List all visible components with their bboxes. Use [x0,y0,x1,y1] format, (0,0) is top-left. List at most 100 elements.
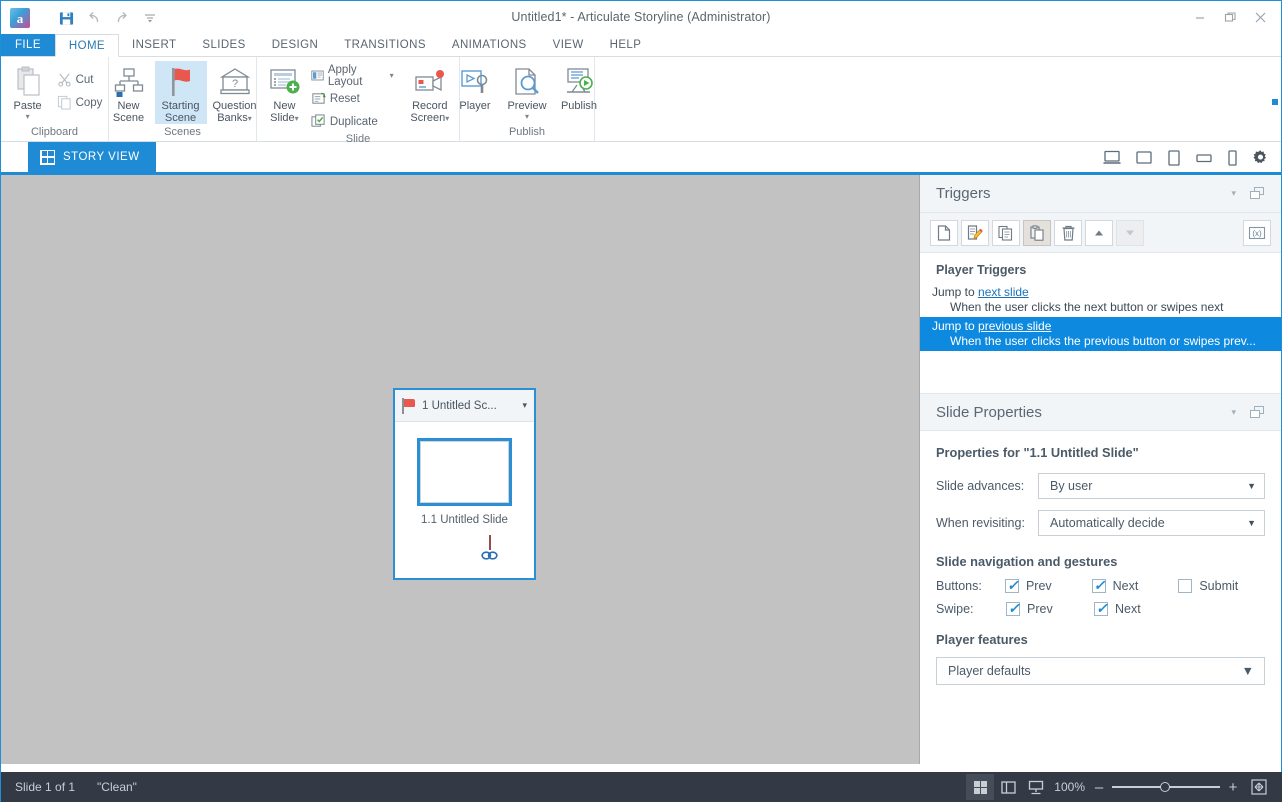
record-screen-label: Record Screen▾ [410,100,450,124]
new-scene-button[interactable]: New Scene [103,61,155,124]
move-down-icon [1116,219,1144,246]
ribbon-group-publish: Player Preview ▾ Publish Publish [459,57,597,141]
question-banks-button[interactable]: ? Question Banks▾ [207,61,263,125]
zoom-out-button[interactable]: – [1093,779,1105,796]
restore-button[interactable] [1215,5,1245,29]
record-screen-button[interactable]: Record Screen▾ [405,61,455,125]
ribbon-tab-insert[interactable]: INSERT [119,34,189,56]
tablet-landscape-view-icon[interactable] [1135,150,1153,165]
ribbon-tab-design[interactable]: DESIGN [259,34,332,56]
new-slide-button[interactable]: New Slide▾ [261,61,308,125]
new-slide-caret-icon: ▾ [294,114,299,123]
copy-trigger-icon[interactable] [992,219,1020,246]
minimize-button[interactable] [1185,5,1215,29]
zoom-control[interactable]: – + [1093,779,1239,796]
story-canvas[interactable]: 1 Untitled Sc... ▾ 1.1 Untitled Slide [1,175,920,764]
swipe-next-checkbox[interactable]: Next [1094,600,1182,617]
slide-advances-select[interactable]: By user ▼ [1038,473,1265,499]
phone-portrait-view-icon[interactable] [1227,149,1238,166]
delete-trigger-icon[interactable] [1054,219,1082,246]
edit-trigger-icon[interactable] [961,219,989,246]
scene-card-header[interactable]: 1 Untitled Sc... ▾ [395,390,534,422]
copy-button[interactable]: Copy [54,92,106,113]
desktop-view-icon[interactable] [1103,150,1121,165]
starting-scene-button[interactable]: Starting Scene [154,61,207,124]
slide-properties-header: Slide Properties ▾ [920,393,1281,431]
swipe-prev-label: Prev [1027,602,1053,616]
paste-caret-icon[interactable]: ▾ [26,112,30,121]
right-panel-stack: Triggers ▾ (x) Player Triggers Jump to n… [920,175,1281,764]
new-scene-icon [113,64,145,98]
buttons-prev-checkbox[interactable]: Prev [1004,577,1092,594]
duplicate-icon [311,114,325,127]
trigger-action: Jump to next slide [932,285,1281,299]
zoom-in-button[interactable]: + [1227,779,1239,796]
slide-properties-undock-icon[interactable] [1250,405,1265,419]
buttons-next-checkbox[interactable]: Next [1091,577,1179,594]
ribbon-tab-file[interactable]: FILE [1,34,55,56]
fit-to-window-icon[interactable] [1245,774,1273,800]
preview-button[interactable]: Preview ▾ [501,61,553,121]
close-button[interactable] [1245,5,1275,29]
zoom-slider[interactable] [1112,781,1220,793]
trigger-action-prefix: Jump to [932,319,979,333]
triggers-list[interactable]: Player Triggers Jump to next slide When … [920,253,1281,393]
ribbon-collapse-marker[interactable] [1272,99,1278,105]
tablet-portrait-view-icon[interactable] [1167,149,1181,166]
scene-menu-caret-icon[interactable]: ▾ [522,400,527,411]
phone-landscape-view-icon[interactable] [1195,152,1213,164]
theme-label: "Clean" [97,780,137,794]
apply-layout-caret-icon[interactable]: ▾ [390,71,394,80]
checkbox-box [1094,600,1108,617]
slide-properties-collapse-caret-icon[interactable]: ▾ [1231,407,1236,418]
swipe-prev-checkbox[interactable]: Prev [1006,600,1094,617]
move-up-icon[interactable] [1085,219,1113,246]
apply-layout-button[interactable]: Apply Layout ▾ [308,64,397,88]
trigger-row-previous-slide[interactable]: Jump to previous slide When the user cli… [920,317,1281,351]
story-view-icon[interactable] [966,774,995,800]
zoom-slider-knob[interactable] [1160,782,1170,792]
paste-trigger-icon[interactable] [1023,219,1051,246]
duplicate-button[interactable]: Duplicate [308,111,397,132]
new-trigger-icon[interactable] [930,219,958,246]
presenter-view-icon[interactable] [1022,774,1050,800]
slide-advances-label: Slide advances: [936,479,1025,493]
story-view-tab[interactable]: STORY VIEW [28,142,156,172]
svg-text:?: ? [231,78,237,90]
publish-button[interactable]: Publish [553,61,605,112]
buttons-submit-checkbox[interactable]: Submit [1178,579,1265,593]
svg-text:(x): (x) [1252,229,1262,238]
reset-label: Reset [329,92,360,105]
trigger-action-target: next slide [978,285,1029,299]
ribbon-tab-animations[interactable]: ANIMATIONS [439,34,540,56]
manage-variables-icon[interactable]: (x) [1243,219,1271,246]
cut-label: Cut [75,73,94,86]
preview-caret-icon[interactable]: ▾ [525,112,529,121]
reset-button[interactable]: Reset [308,88,397,109]
slide-view-icon[interactable] [994,774,1022,800]
reset-icon [312,92,326,104]
starting-scene-label: Starting Scene [161,100,200,124]
when-revisiting-select[interactable]: Automatically decide ▼ [1038,510,1265,536]
cut-button[interactable]: Cut [54,69,106,90]
ribbon-tab-help[interactable]: HELP [597,34,655,56]
ribbon-group-scenes-label: Scenes [164,126,201,138]
player-features-select[interactable]: Player defaults ▼ [936,657,1265,685]
triggers-collapse-caret-icon[interactable]: ▾ [1231,188,1236,199]
trigger-action-prefix: Jump to [932,285,979,299]
paste-button[interactable]: Paste ▾ [4,61,52,121]
triggers-panel-header: Triggers ▾ [920,175,1281,213]
paste-icon [13,64,43,98]
player-button[interactable]: Player [449,61,501,112]
ribbon-tab-home[interactable]: HOME [54,34,119,57]
player-icon [459,64,491,98]
player-settings-gear-icon[interactable] [1252,149,1269,166]
ribbon-tab-view[interactable]: VIEW [540,34,597,56]
ribbon-tab-transitions[interactable]: TRANSITIONS [331,34,439,56]
ribbon-tab-slides[interactable]: SLIDES [189,34,258,56]
scene-card[interactable]: 1 Untitled Sc... ▾ 1.1 Untitled Slide [393,388,536,580]
trigger-row-next-slide[interactable]: Jump to next slide When the user clicks … [920,283,1281,317]
scene-title: 1 Untitled Sc... [422,399,497,412]
slide-thumbnail[interactable] [417,438,512,506]
triggers-undock-icon[interactable] [1250,187,1265,200]
